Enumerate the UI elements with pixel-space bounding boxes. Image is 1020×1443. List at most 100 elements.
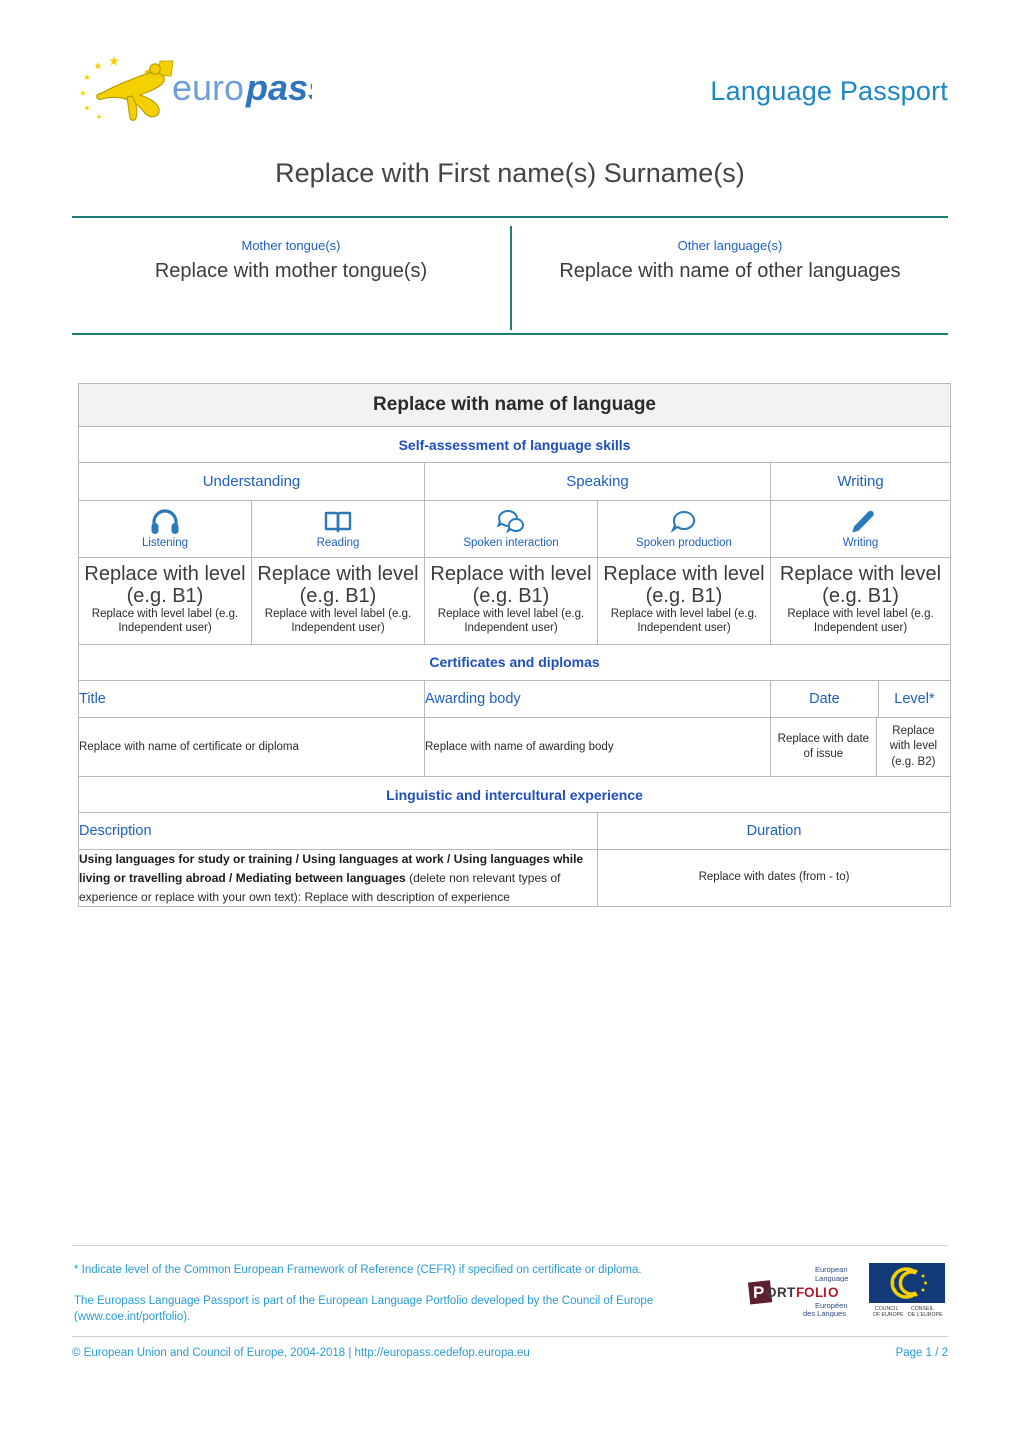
other-languages-label: Other language(s) bbox=[677, 238, 783, 253]
languages-summary: Mother tongue(s) Replace with mother ton… bbox=[72, 226, 948, 330]
other-languages-value: Replace with name of other languages bbox=[559, 260, 901, 282]
skill-cell-spoken-production: Spoken production bbox=[597, 500, 771, 558]
table-row-skill-groups: Understanding Speaking Writing bbox=[78, 462, 952, 501]
logo-text-pass: pass bbox=[245, 67, 312, 108]
certificate-level-value: Replace with level (e.g. B2) bbox=[875, 717, 951, 777]
experience-header-duration: Duration bbox=[596, 812, 952, 851]
level-value-writing: Replace with level (e.g. B1) bbox=[779, 563, 942, 607]
experience-duration-value: Replace with dates (from - to) bbox=[596, 849, 952, 908]
person-name: Replace with First name(s) Surname(s) bbox=[275, 158, 745, 188]
level-cell-spoken-production: Replace with level (e.g. B1) Replace wit… bbox=[597, 557, 771, 645]
level-label-listening: Replace with level label (e.g. Independe… bbox=[91, 608, 239, 634]
mother-tongue-column: Mother tongue(s) Replace with mother ton… bbox=[72, 226, 510, 330]
skill-label-listening: Listening bbox=[141, 537, 189, 549]
speech-bubble-icon bbox=[598, 509, 770, 535]
skill-cell-listening: Listening bbox=[78, 500, 252, 558]
group-writing: Writing bbox=[769, 462, 952, 501]
level-cell-spoken-interaction: Replace with level (e.g. B1) Replace wit… bbox=[424, 557, 598, 645]
self-assessment-title: Self-assessment of language skills bbox=[77, 426, 952, 463]
table-row-certificate: Replace with name of certificate or dipl… bbox=[78, 716, 952, 778]
certificate-awarding-body-value: Replace with name of awarding body bbox=[424, 716, 771, 778]
language-name-cell: Replace with name of language bbox=[77, 383, 952, 427]
skill-cell-reading: Reading bbox=[251, 500, 425, 558]
level-value-listening: Replace with level (e.g. B1) bbox=[84, 563, 246, 607]
mother-tongue-label: Mother tongue(s) bbox=[241, 238, 341, 253]
skill-cell-spoken-interaction: Spoken interaction bbox=[424, 500, 598, 558]
coe-logo-right-line-2: DE L'EUROPE bbox=[908, 1312, 943, 1317]
certificates-header-level: Level* bbox=[877, 680, 951, 717]
skill-label-reading: Reading bbox=[316, 537, 360, 549]
level-label-writing: Replace with level label (e.g. Independe… bbox=[787, 608, 934, 634]
portfolio-logo-p: P bbox=[753, 1283, 764, 1302]
svg-text:R: R bbox=[777, 1285, 787, 1300]
level-label-spoken-production: Replace with level label (e.g. Independe… bbox=[610, 608, 758, 634]
certificate-title-value: Replace with name of certificate or dipl… bbox=[78, 716, 425, 778]
experience-title: Linguistic and intercultural experience bbox=[77, 776, 952, 814]
table-row-skill-icons: Listening Reading Spoken interaction Spo… bbox=[78, 500, 952, 558]
svg-text:T: T bbox=[787, 1285, 796, 1300]
certificates-title: Certificates and diplomas bbox=[77, 643, 952, 681]
level-cell-listening: Replace with level (e.g. B1) Replace wit… bbox=[78, 557, 252, 645]
footer-divider bbox=[72, 1245, 948, 1246]
copyright-text: © European Union and Council of Europe, … bbox=[72, 1347, 530, 1359]
certificates-header-date: Date bbox=[809, 690, 840, 707]
footnote-cefr: * Indicate level of the Common European … bbox=[74, 1264, 642, 1276]
svg-text:O: O bbox=[804, 1285, 815, 1300]
europass-logo: euro pass bbox=[72, 52, 312, 122]
council-of-europe-logo: COUNCIL OF EUROPE CONSEIL DE L'EUROPE bbox=[867, 1261, 947, 1317]
svg-text:F: F bbox=[796, 1285, 804, 1300]
level-cell-writing: Replace with level (e.g. B1) Replace wit… bbox=[769, 557, 952, 645]
portfolio-logo-line-top-1: European bbox=[815, 1265, 848, 1274]
logo-text-euro: euro bbox=[172, 67, 244, 108]
experience-description-cell: Using languages for study or training / … bbox=[78, 849, 598, 908]
svg-text:O: O bbox=[766, 1285, 777, 1300]
footer-notes: * Indicate level of the Common European … bbox=[74, 1262, 714, 1326]
table-row-certificates-title: Certificates and diplomas bbox=[77, 643, 952, 681]
group-speaking: Speaking bbox=[424, 462, 771, 501]
table-row-experience-title: Linguistic and intercultural experience bbox=[77, 776, 952, 814]
certificate-date-value: Replace with date of issue bbox=[777, 732, 870, 761]
table-row-experience-headers: Description Duration bbox=[78, 812, 952, 851]
svg-text:I: I bbox=[823, 1285, 827, 1300]
certificates-header-awarding-body: Awarding body bbox=[424, 679, 771, 718]
european-language-portfolio-logo: European Language P O R T F O L I O Euro… bbox=[745, 1261, 857, 1317]
level-value-reading: Replace with level (e.g. B1) bbox=[257, 563, 419, 607]
language-passport-page: euro pass Language Passport Replace with… bbox=[0, 0, 1020, 1443]
mother-tongue-value: Replace with mother tongue(s) bbox=[154, 260, 428, 282]
experience-header-description: Description bbox=[78, 812, 598, 851]
certificates-header-date-level: Date Level* bbox=[769, 679, 952, 718]
open-book-icon bbox=[252, 509, 424, 535]
table-row-language-name: Replace with name of language bbox=[77, 383, 952, 427]
level-label-reading: Replace with level label (e.g. Independe… bbox=[264, 608, 412, 634]
level-value-spoken-interaction: Replace with level (e.g. B1) bbox=[430, 563, 592, 607]
footer-logos: European Language P O R T F O L I O Euro… bbox=[745, 1258, 950, 1320]
footnote-portfolio: The Europass Language Passport is part o… bbox=[74, 1294, 654, 1324]
portfolio-logo-line-top-2: Language bbox=[815, 1274, 848, 1283]
document-type-title: Language Passport bbox=[710, 76, 948, 106]
table-row-certificates-headers: Title Awarding body Date Level* bbox=[78, 679, 952, 718]
two-speech-bubbles-icon bbox=[425, 509, 597, 535]
header-divider-top bbox=[72, 216, 948, 218]
headphones-icon bbox=[79, 509, 251, 535]
skill-cell-writing: Writing bbox=[769, 500, 952, 558]
group-understanding: Understanding bbox=[78, 462, 425, 501]
level-label-spoken-interaction: Replace with level label (e.g. Independe… bbox=[437, 608, 585, 634]
portfolio-logo-line-bottom-2: des Langues bbox=[803, 1309, 846, 1317]
table-row-self-assessment-title: Self-assessment of language skills bbox=[77, 426, 952, 463]
copyright-divider bbox=[72, 1336, 948, 1337]
skill-label-spoken-interaction: Spoken interaction bbox=[463, 537, 559, 549]
coe-logo-left-line-2: OF EUROPE bbox=[873, 1312, 904, 1317]
svg-text:L: L bbox=[815, 1285, 823, 1300]
table-row-levels: Replace with level (e.g. B1) Replace wit… bbox=[78, 557, 952, 645]
level-value-spoken-production: Replace with level (e.g. B1) bbox=[603, 563, 765, 607]
language-skills-table: Replace with name of language Self-asses… bbox=[77, 383, 952, 908]
page-number: Page 1 / 2 bbox=[895, 1347, 948, 1359]
pencil-icon bbox=[771, 509, 950, 535]
header-divider-bottom bbox=[72, 333, 948, 335]
document-header: euro pass Language Passport bbox=[0, 0, 1020, 140]
certificate-date-level-cell: Replace with date of issue Replace with … bbox=[769, 716, 952, 778]
level-cell-reading: Replace with level (e.g. B1) Replace wit… bbox=[251, 557, 425, 645]
table-row-experience: Using languages for study or training / … bbox=[78, 849, 952, 908]
certificates-header-title: Title bbox=[78, 679, 425, 718]
skill-label-spoken-production: Spoken production bbox=[636, 537, 732, 549]
